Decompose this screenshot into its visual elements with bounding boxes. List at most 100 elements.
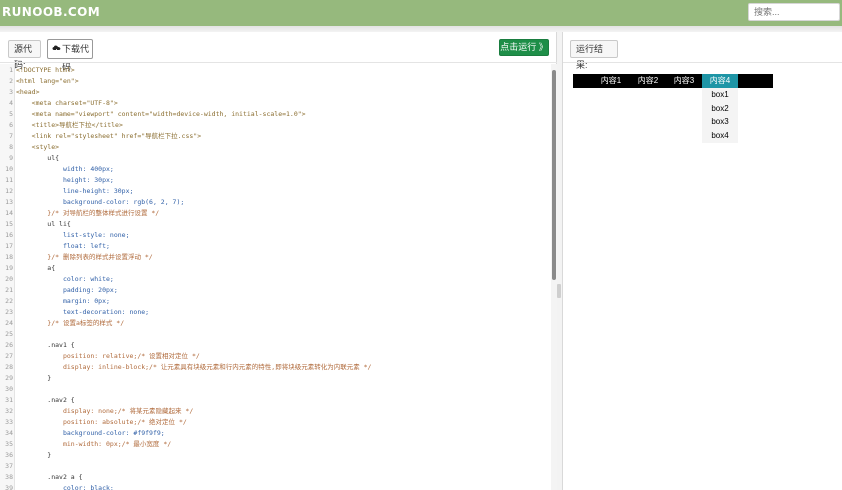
code-line: 22 margin: 0px; — [0, 296, 551, 307]
code-text: height: 30px; — [16, 176, 114, 184]
result-panel: 运行结果: 内容1 内容2 内容3 内容4 box1 box2 box3 box… — [562, 32, 842, 490]
line-number: 11 — [5, 176, 13, 184]
download-code-button[interactable]: 下载代码 — [47, 39, 93, 72]
line-number: 3 — [9, 88, 13, 96]
code-line: 2 <html lang="en"> — [0, 76, 551, 87]
code-line: 5 <meta name="viewport" content="width=d… — [0, 109, 551, 120]
code-text: <style> — [16, 143, 60, 151]
code-line: 20 color: white; — [0, 274, 551, 285]
code-text: display: none;/* 将某元素隐藏起来 */ — [16, 407, 194, 415]
code-line: 23 text-decoration: none; — [0, 307, 551, 318]
code-text: ul li{ — [16, 220, 71, 228]
result-divider — [563, 62, 842, 63]
code-line: 27 position: relative;/* 设置相对定位 */ — [0, 351, 551, 362]
code-line: 11 height: 30px; — [0, 175, 551, 186]
panel-resize-handle[interactable] — [557, 284, 561, 298]
code-text: position: absolute;/* 绝对定位 */ — [16, 418, 187, 426]
site-logo[interactable]: RUNOOB.COM — [2, 5, 100, 19]
dropdown-item-box3[interactable]: box3 — [702, 115, 738, 129]
code-line: 25 — [0, 329, 551, 340]
line-number: 25 — [5, 330, 13, 338]
code-text: .nav1 { — [16, 341, 75, 349]
line-number: 26 — [5, 341, 13, 349]
line-number: 35 — [5, 440, 13, 448]
code-text: background-color: rgb(6, 2, 7); — [16, 198, 185, 206]
code-text: width: 400px; — [16, 165, 114, 173]
dropdown-item-box1[interactable]: box1 — [702, 88, 738, 102]
code-text: text-decoration: none; — [16, 308, 150, 316]
code-text: .nav2 a { — [16, 473, 83, 481]
code-text: <link rel="stylesheet" href="导航栏下拉.css"> — [16, 132, 202, 140]
line-number: 34 — [5, 429, 13, 437]
code-text: <!DOCTYPE html> — [16, 66, 75, 74]
code-line: 39 color: black; — [0, 483, 551, 490]
line-number: 36 — [5, 451, 13, 459]
line-number: 30 — [5, 385, 13, 393]
code-line: 19 a{ — [0, 263, 551, 274]
code-line: 32 display: none;/* 将某元素隐藏起来 */ — [0, 406, 551, 417]
code-text: <title>导航栏下拉</title> — [16, 121, 123, 129]
line-number: 6 — [9, 121, 13, 129]
code-text: <html lang="en"> — [16, 77, 79, 85]
code-text: <meta charset="UTF-8"> — [16, 99, 118, 107]
code-line: 35 min-width: 0px;/* 最小宽度 */ — [0, 439, 551, 450]
code-line: 26 .nav1 { — [0, 340, 551, 351]
line-number: 2 — [9, 77, 13, 85]
dropdown-item-box4[interactable]: box4 — [702, 129, 738, 143]
code-text: a{ — [16, 264, 56, 272]
code-line: 29 } — [0, 373, 551, 384]
scrollbar-thumb[interactable] — [552, 70, 556, 280]
code-line: 16 list-style: none; — [0, 230, 551, 241]
source-code-label: 源代码: — [8, 40, 41, 70]
line-number: 20 — [5, 275, 13, 283]
code-line: 28 display: inline-block;/* 让元素具有块级元素和行内… — [0, 362, 551, 373]
code-editor[interactable]: 1 <!DOCTYPE html> 2 <html lang="en"> 3 <head>… — [0, 64, 551, 490]
line-number: 18 — [5, 253, 13, 261]
code-line: 13 background-color: rgb(6, 2, 7); — [0, 197, 551, 208]
code-scrollbar[interactable] — [551, 64, 557, 490]
code-text: position: relative;/* 设置相对定位 */ — [16, 352, 200, 360]
nav-item-3[interactable]: 内容3 — [666, 74, 702, 88]
line-number: 9 — [9, 154, 13, 162]
code-text: } — [16, 374, 52, 382]
code-text: ul{ — [16, 154, 60, 162]
line-number: 1 — [9, 66, 13, 74]
line-number: 33 — [5, 418, 13, 426]
code-text: }/* 删除列表的样式并设置浮动 */ — [16, 253, 153, 261]
code-text: <meta name="viewport" content="width=dev… — [16, 110, 306, 118]
code-line: 37 — [0, 461, 551, 472]
top-header-bar: RUNOOB.COM — [0, 0, 842, 26]
code-line: 15 ul li{ — [0, 219, 551, 230]
line-number: 38 — [5, 473, 13, 481]
nav-item-1[interactable]: 内容1 — [593, 74, 629, 88]
line-number: 32 — [5, 407, 13, 415]
code-line: 21 padding: 20px; — [0, 285, 551, 296]
code-line: 6 <title>导航栏下拉</title> — [0, 120, 551, 131]
code-text: padding: 20px; — [16, 286, 118, 294]
line-number: 21 — [5, 286, 13, 294]
demo-navbar: 内容1 内容2 内容3 内容4 — [573, 74, 773, 88]
code-line: 30 — [0, 384, 551, 395]
nav-item-2[interactable]: 内容2 — [630, 74, 666, 88]
line-number: 7 — [9, 132, 13, 140]
search-input[interactable] — [748, 3, 840, 21]
code-text: } — [16, 451, 52, 459]
line-number: 27 — [5, 352, 13, 360]
source-code-panel: 源代码: 下载代码 点击运行 》 1 <!DOCTYPE html> 2 <html … — [0, 32, 561, 490]
line-number: 29 — [5, 374, 13, 382]
run-button[interactable]: 点击运行 》 — [499, 39, 549, 56]
line-number: 19 — [5, 264, 13, 272]
code-line: 3 <head> — [0, 87, 551, 98]
code-text: margin: 0px; — [16, 297, 110, 305]
dropdown-item-box2[interactable]: box2 — [702, 102, 738, 116]
code-text: }/* 设置a标签的样式 */ — [16, 319, 125, 327]
line-number: 5 — [9, 110, 13, 118]
code-text: line-height: 30px; — [16, 187, 134, 195]
code-line: 34 background-color: #f9f9f9; — [0, 428, 551, 439]
code-line: 14 }/* 对导航栏的整体样式进行设置 */ — [0, 208, 551, 219]
code-line: 33 position: absolute;/* 绝对定位 */ — [0, 417, 551, 428]
line-number: 39 — [5, 484, 13, 490]
line-number: 8 — [9, 143, 13, 151]
nav-item-4[interactable]: 内容4 — [702, 74, 738, 88]
line-number: 22 — [5, 297, 13, 305]
